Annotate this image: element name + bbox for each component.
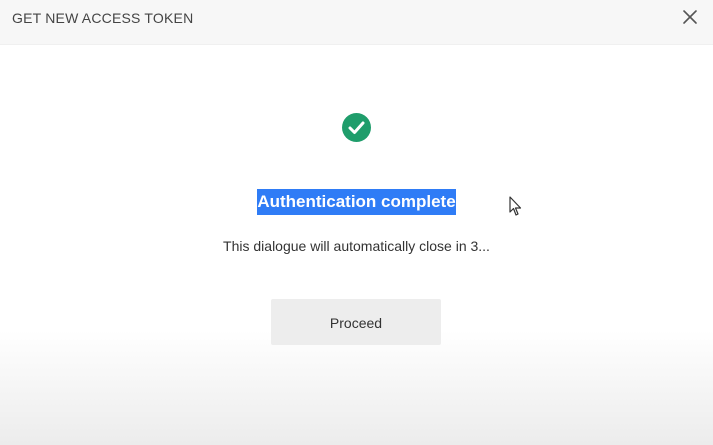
dialog-header: GET NEW ACCESS TOKEN: [0, 0, 713, 45]
dialog-title: GET NEW ACCESS TOKEN: [12, 10, 194, 26]
close-button[interactable]: [681, 8, 699, 26]
proceed-button[interactable]: Proceed: [271, 299, 441, 345]
check-circle-icon: [342, 113, 371, 142]
access-token-dialog: GET NEW ACCESS TOKEN Authentication comp…: [0, 0, 713, 445]
mouse-cursor-icon: [509, 196, 523, 218]
close-icon[interactable]: [681, 8, 699, 26]
authentication-heading: Authentication complete: [257, 189, 456, 215]
auto-close-message: This dialogue will automatically close i…: [223, 238, 490, 254]
